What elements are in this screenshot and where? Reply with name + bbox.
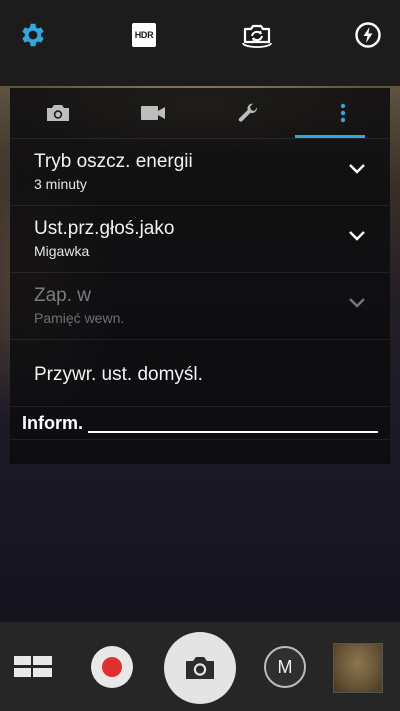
setting-title: Zap. w	[34, 285, 92, 306]
setting-volume-key[interactable]: Ust.prz.głoś.jako Migawka	[10, 205, 390, 272]
switch-camera-icon[interactable]	[239, 18, 275, 52]
panel-footer	[10, 439, 390, 465]
camera-icon	[46, 105, 69, 121]
settings-tabs	[10, 88, 390, 138]
settings-panel: Tryb oszcz. energii 3 minuty Ust.prz.gło…	[10, 88, 390, 464]
flash-auto-icon[interactable]	[351, 18, 385, 52]
manual-mode-button[interactable]: M	[264, 646, 306, 688]
hdr-icon[interactable]: HDR	[127, 18, 161, 52]
setting-value: 3 minuty	[34, 176, 87, 192]
video-icon	[140, 106, 165, 120]
info-row[interactable]: Inform.	[10, 406, 390, 439]
top-toolbar: HDR	[0, 0, 400, 86]
gear-icon[interactable]	[16, 18, 50, 52]
record-icon	[102, 657, 122, 677]
chevron-down-icon	[349, 298, 365, 308]
setting-power-saving[interactable]: Tryb oszcz. energii 3 minuty	[10, 138, 390, 205]
shutter-icon	[186, 657, 214, 679]
reset-defaults-button[interactable]: Przywr. ust. domyśl.	[10, 339, 390, 406]
setting-title: Ust.prz.głoś.jako	[34, 218, 175, 239]
info-underline	[88, 431, 378, 433]
bottom-toolbar: M	[0, 622, 400, 711]
wrench-icon	[238, 103, 257, 122]
setting-value: Pamięć wewn.	[34, 310, 125, 326]
tab-tools[interactable]	[200, 88, 295, 138]
chevron-down-icon	[349, 164, 365, 174]
info-label: Inform.	[22, 413, 83, 433]
setting-title: Tryb oszcz. energii	[34, 151, 193, 172]
tab-camera[interactable]	[10, 88, 105, 138]
reset-defaults-label: Przywr. ust. domyśl.	[34, 364, 203, 385]
tab-video[interactable]	[105, 88, 200, 138]
setting-value: Migawka	[34, 243, 90, 259]
setting-storage-location: Zap. w Pamięć wewn.	[10, 272, 390, 339]
record-button[interactable]	[91, 646, 133, 688]
more-vert-icon	[340, 103, 345, 123]
mode-label: M	[277, 656, 293, 677]
tab-more[interactable]	[295, 88, 390, 138]
hdr-label: HDR	[134, 30, 154, 40]
grid-menu-icon[interactable]	[14, 654, 52, 680]
gallery-thumbnail[interactable]	[333, 643, 383, 693]
shutter-button[interactable]	[164, 632, 236, 704]
chevron-down-icon	[349, 231, 365, 241]
